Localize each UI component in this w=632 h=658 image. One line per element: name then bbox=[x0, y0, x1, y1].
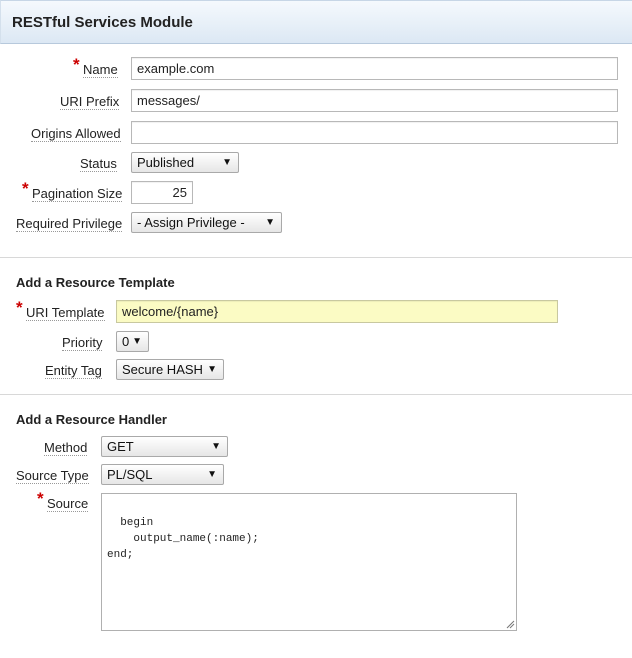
resource-handler-heading: Add a Resource Handler bbox=[16, 412, 167, 427]
source-code-editor[interactable]: begin output_name(:name); end; bbox=[101, 493, 517, 631]
method-value: GET bbox=[107, 439, 134, 454]
uri-template-label: URI Template bbox=[26, 305, 105, 321]
required-privilege-value: - Assign Privilege - bbox=[137, 215, 245, 230]
resource-template-heading: Add a Resource Template bbox=[16, 275, 175, 290]
chevron-down-icon: ▼ bbox=[207, 469, 217, 480]
chevron-down-icon: ▼ bbox=[132, 336, 142, 347]
chevron-down-icon: ▼ bbox=[211, 441, 221, 452]
region-title: RESTful Services Module bbox=[12, 14, 193, 31]
source-label: Source bbox=[47, 496, 89, 512]
name-field[interactable] bbox=[131, 57, 618, 80]
uri-prefix-field[interactable] bbox=[131, 89, 618, 112]
chevron-down-icon: ▼ bbox=[222, 157, 232, 168]
source-type-select[interactable]: PL/SQL ▼ bbox=[101, 464, 224, 485]
required-privilege-label: Required Privilege bbox=[16, 216, 123, 232]
section-divider bbox=[0, 257, 632, 258]
origins-allowed-field[interactable] bbox=[131, 121, 618, 144]
method-select[interactable]: GET ▼ bbox=[101, 436, 228, 457]
status-select[interactable]: Published ▼ bbox=[131, 152, 239, 173]
priority-select[interactable]: 0 ▼ bbox=[116, 331, 149, 352]
uri-prefix-label: URI Prefix bbox=[60, 94, 120, 110]
required-icon: * bbox=[16, 298, 23, 317]
source-type-value: PL/SQL bbox=[107, 467, 153, 482]
status-label: Status bbox=[80, 156, 117, 172]
entity-tag-select[interactable]: Secure HASH ▼ bbox=[116, 359, 224, 380]
source-code: begin output_name(:name); end; bbox=[107, 517, 259, 561]
source-type-label: Source Type bbox=[16, 468, 89, 484]
pagination-size-field[interactable] bbox=[131, 181, 193, 204]
name-label: Name bbox=[83, 62, 118, 78]
required-privilege-select[interactable]: - Assign Privilege - ▼ bbox=[131, 212, 282, 233]
pagination-size-label: Pagination Size bbox=[32, 186, 123, 202]
resize-handle-icon[interactable] bbox=[506, 620, 515, 629]
chevron-down-icon: ▼ bbox=[207, 364, 217, 375]
priority-label: Priority bbox=[62, 335, 103, 351]
status-select-value: Published bbox=[137, 155, 195, 170]
uri-template-field[interactable] bbox=[116, 300, 558, 323]
chevron-down-icon: ▼ bbox=[265, 217, 275, 228]
method-label: Method bbox=[44, 440, 88, 456]
required-icon: * bbox=[22, 179, 29, 198]
entity-tag-label: Entity Tag bbox=[45, 363, 102, 379]
section-divider bbox=[0, 394, 632, 395]
entity-tag-value: Secure HASH bbox=[122, 362, 203, 377]
priority-value: 0 bbox=[122, 334, 130, 349]
required-icon: * bbox=[37, 489, 44, 508]
region-header: RESTful Services Module bbox=[0, 0, 632, 44]
origins-allowed-label: Origins Allowed bbox=[31, 126, 121, 142]
required-icon: * bbox=[73, 55, 80, 74]
